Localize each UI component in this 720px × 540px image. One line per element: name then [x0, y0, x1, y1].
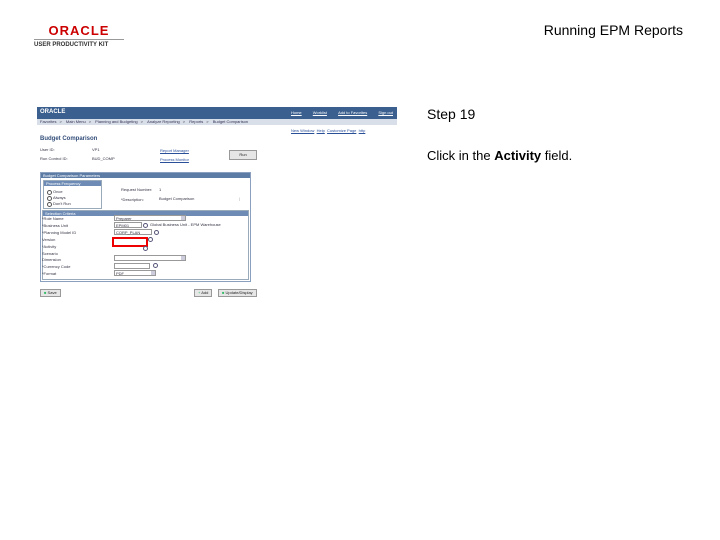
- format-label: *Format: [42, 271, 57, 276]
- document-title: Running EPM Reports: [543, 22, 683, 38]
- business-unit-lookup-icon[interactable]: [143, 223, 148, 228]
- process-frequency-header: Process Frequency: [44, 181, 101, 186]
- currency-code-label: *Currency Code: [42, 264, 71, 269]
- format-value: PDF: [116, 271, 124, 276]
- update-button-label: Update/Display: [225, 290, 253, 295]
- run-button[interactable]: Run: [229, 150, 257, 160]
- run-control-label: Run Control ID:: [40, 156, 68, 161]
- activity-label: *Activity: [42, 244, 57, 249]
- activity-lookup-icon[interactable]: [148, 237, 153, 242]
- radio-once-label: Once: [53, 189, 63, 194]
- application-screenshot: ORACLE Home Worklist Add to Favorites Si…: [37, 107, 397, 297]
- menu-favorites[interactable]: Favorites: [40, 119, 56, 124]
- instruction-target: Activity: [494, 148, 542, 163]
- activity-field[interactable]: [112, 237, 148, 247]
- scenario-label: Scenario: [42, 251, 58, 256]
- radio-always-label: Always: [53, 195, 66, 200]
- business-unit-label: *Business Unit: [42, 223, 69, 228]
- worklist-link[interactable]: Worklist: [313, 110, 327, 115]
- process-monitor-link[interactable]: Process Monitor: [160, 157, 189, 162]
- role-name-value: Preparer: [116, 216, 132, 221]
- app-logo: ORACLE: [40, 109, 66, 115]
- add-favorites-link[interactable]: Add to Favorites: [338, 110, 367, 115]
- add-button-label: Add: [201, 290, 209, 295]
- page-toolbar: New Window Help Customize Page http: [291, 128, 365, 133]
- new-window-link[interactable]: New Window: [291, 128, 314, 133]
- role-name-label: *Role Name: [42, 216, 64, 221]
- menu-budget-comparison[interactable]: Budget Comparison: [213, 119, 248, 124]
- menu-main[interactable]: Main Menu: [66, 119, 86, 124]
- role-name-select[interactable]: Preparer: [114, 215, 186, 221]
- radio-dont-run[interactable]: [47, 202, 52, 207]
- step-label: Step 19: [427, 106, 476, 122]
- radio-dont-run-label: Don't Run: [53, 201, 71, 206]
- scenario-lookup-icon[interactable]: [143, 246, 148, 251]
- customize-page-link[interactable]: Customize Page: [327, 128, 356, 133]
- business-unit-description: Global Business Unit - EPM Warehouse: [150, 222, 221, 227]
- http-link[interactable]: http: [359, 128, 366, 133]
- currency-lookup-icon[interactable]: [153, 263, 158, 268]
- breadcrumb-menu: Favorites > Main Menu > Planning and Budge…: [37, 119, 397, 125]
- description-value: Budget Comparison: [159, 196, 195, 201]
- planning-model-lookup-icon[interactable]: [154, 230, 159, 235]
- description-divider: |: [239, 196, 241, 201]
- run-control-value: BUD_COMP: [92, 156, 115, 161]
- user-id-label: User ID:: [40, 147, 55, 152]
- home-link[interactable]: Home: [291, 110, 302, 115]
- help-link[interactable]: Help: [317, 128, 325, 133]
- app-header-bar: ORACLE Home Worklist Add to Favorites Si…: [37, 107, 397, 119]
- menu-reports[interactable]: Reports: [189, 119, 203, 124]
- add-icon: +: [198, 290, 201, 295]
- dimension-select[interactable]: [114, 255, 186, 261]
- save-icon: ■: [44, 290, 47, 295]
- report-manager-link[interactable]: Report Manager: [160, 148, 189, 153]
- radio-always[interactable]: [47, 196, 52, 201]
- version-label: Version: [42, 237, 56, 242]
- sign-out-link[interactable]: Sign out: [378, 110, 393, 115]
- save-button[interactable]: ■ Save: [40, 289, 61, 297]
- request-number-label: Request Number:: [121, 187, 153, 192]
- instruction-prefix: Click in the: [427, 148, 495, 163]
- business-unit-input[interactable]: EPM01: [114, 222, 142, 228]
- update-display-button[interactable]: ■ Update/Display: [218, 289, 257, 297]
- radio-once[interactable]: [47, 190, 52, 195]
- update-icon: ■: [222, 290, 225, 295]
- oracle-upk-logo: ORACLE USER PRODUCTIVITY KIT: [34, 24, 124, 48]
- menu-planning[interactable]: Planning and Budgeting: [95, 119, 137, 124]
- user-id-value: VP1: [92, 147, 100, 152]
- save-button-label: Save: [47, 290, 57, 295]
- planning-model-label: *Planning Model ID: [42, 230, 77, 235]
- page-title: Budget Comparison: [40, 136, 98, 142]
- parameters-header: Budget Comparison Parameters: [41, 173, 250, 178]
- planning-model-input[interactable]: CORP_PLAN: [114, 229, 152, 235]
- request-number-value: 1: [159, 187, 162, 192]
- logo-kit: USER PRODUCTIVITY KIT: [34, 39, 124, 48]
- top-links: Home Worklist Add to Favorites Sign out: [281, 110, 393, 115]
- instruction-suffix: field.: [541, 148, 573, 163]
- planning-model-value: CORP_PLAN: [116, 230, 141, 235]
- business-unit-value: EPM01: [116, 223, 130, 228]
- menu-analyze[interactable]: Analyze Reporting: [147, 119, 180, 124]
- logo-brand: ORACLE: [48, 23, 110, 38]
- dimension-label: Dimension: [42, 257, 61, 262]
- process-frequency-box: Process Frequency Once Always Don't Run: [43, 180, 102, 209]
- currency-code-input[interactable]: [114, 263, 150, 269]
- add-button[interactable]: + Add: [194, 289, 213, 297]
- description-label: *Description:: [121, 197, 144, 202]
- format-select[interactable]: PDF: [114, 270, 156, 276]
- instruction-text: Click in the Activity field.: [427, 148, 572, 163]
